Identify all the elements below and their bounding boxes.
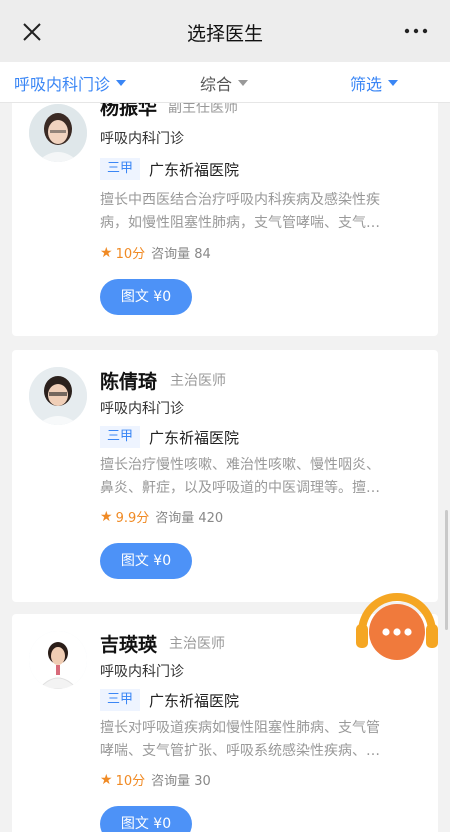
department-filter[interactable]: 呼吸内科门诊 [14, 71, 127, 95]
doctor-name: 陈倩琦 [100, 371, 158, 393]
doctor-card[interactable]: 陈倩琦 主治医师 呼吸内科门诊 三甲 广东祈福医院 擅长治疗慢性咳嗽、难治性咳嗽… [12, 350, 438, 602]
doctor-avatar [29, 367, 87, 425]
consultation-count: 咨询量 420 [155, 511, 224, 526]
text-consult-button[interactable]: 图文 ¥0 [100, 806, 192, 832]
hospital-grade-badge: 三甲 [100, 158, 140, 180]
doctor-description: 擅长治疗慢性咳嗽、难治性咳嗽、慢性咽炎、 鼻炎、鼾症，以及呼吸道的中医调理等。擅… [100, 454, 410, 500]
doctor-avatar [29, 104, 87, 162]
scrollbar[interactable] [445, 510, 448, 630]
doctor-stats: ★ 10分 咨询量 30 [100, 770, 211, 790]
doctor-rank: 副主任医师 [168, 103, 238, 116]
text-consult-button[interactable]: 图文 ¥0 [100, 543, 192, 579]
customer-service-icon[interactable] [354, 580, 440, 670]
sort-filter-label: 综合 [200, 75, 233, 94]
hospital-grade-badge: 三甲 [100, 426, 140, 448]
doctor-department: 呼吸内科门诊 [100, 131, 184, 147]
hospital-name: 广东祈福医院 [149, 692, 240, 710]
doctor-score: 9.9分 [115, 511, 150, 526]
doctor-photo [29, 104, 87, 162]
hospital-name: 广东祈福医院 [149, 161, 240, 179]
star-icon: ★ [100, 244, 113, 261]
doctor-rank: 主治医师 [169, 636, 225, 652]
sort-filter[interactable]: 综合 [200, 71, 249, 95]
more-options-icon[interactable] [404, 23, 428, 39]
doctor-photo [29, 631, 87, 689]
doctor-department: 呼吸内科门诊 [100, 664, 184, 680]
chevron-down-icon [388, 80, 399, 86]
filter-bar: 呼吸内科门诊 综合 筛选 [0, 62, 450, 103]
consultation-count: 咨询量 84 [151, 247, 211, 262]
doctor-card[interactable]: 杨振华 副主任医师 呼吸内科门诊 三甲 广东祈福医院 擅长中西医结合治疗呼吸内科… [12, 103, 438, 336]
description-line-1: 擅长对呼吸道疾病如慢性阻塞性肺病、支气管 [100, 720, 380, 736]
star-icon: ★ [100, 508, 113, 525]
department-filter-label: 呼吸内科门诊 [14, 75, 111, 94]
chevron-down-icon [238, 80, 249, 86]
hospital-grade-badge: 三甲 [100, 689, 140, 711]
consultation-count: 咨询量 30 [151, 774, 211, 789]
doctor-avatar [29, 631, 87, 689]
description-line-2: 鼻炎、鼾症，以及呼吸道的中医调理等。擅… [100, 480, 380, 496]
doctor-score: 10分 [115, 774, 146, 789]
doctor-name: 吉瑛瑛 [100, 634, 158, 656]
doctor-score: 10分 [115, 247, 146, 262]
doctor-photo [29, 367, 87, 425]
description-line-1: 擅长中西医结合治疗呼吸内科疾病及感染性疾 [100, 192, 380, 208]
screen-filter[interactable]: 筛选 [350, 71, 399, 95]
doctor-stats: ★ 9.9分 咨询量 420 [100, 507, 224, 527]
top-navigation-bar: 选择医生 [0, 0, 450, 63]
description-line-2: 哮喘、支气管扩张、呼吸系统感染性疾病、… [100, 743, 380, 759]
description-line-1: 擅长治疗慢性咳嗽、难治性咳嗽、慢性咽炎、 [100, 457, 380, 473]
hospital-name: 广东祈福医院 [149, 429, 240, 447]
doctor-list[interactable]: 杨振华 副主任医师 呼吸内科门诊 三甲 广东祈福医院 擅长中西医结合治疗呼吸内科… [0, 103, 450, 832]
doctor-stats: ★ 10分 咨询量 84 [100, 243, 211, 263]
star-icon: ★ [100, 771, 113, 788]
doctor-name: 杨振华 [100, 103, 158, 119]
description-line-2: 病，如慢性阻塞性肺病，支气管哮喘、支气… [100, 215, 380, 231]
doctor-description: 擅长中西医结合治疗呼吸内科疾病及感染性疾 病，如慢性阻塞性肺病，支气管哮喘、支气… [100, 189, 410, 235]
doctor-department: 呼吸内科门诊 [100, 401, 184, 417]
page-title: 选择医生 [186, 23, 263, 45]
text-consult-button[interactable]: 图文 ¥0 [100, 279, 192, 315]
chevron-down-icon [116, 80, 127, 86]
screen-filter-label: 筛选 [350, 75, 383, 94]
doctor-rank: 主治医师 [170, 373, 226, 389]
doctor-description: 擅长对呼吸道疾病如慢性阻塞性肺病、支气管 哮喘、支气管扩张、呼吸系统感染性疾病、… [100, 717, 410, 763]
